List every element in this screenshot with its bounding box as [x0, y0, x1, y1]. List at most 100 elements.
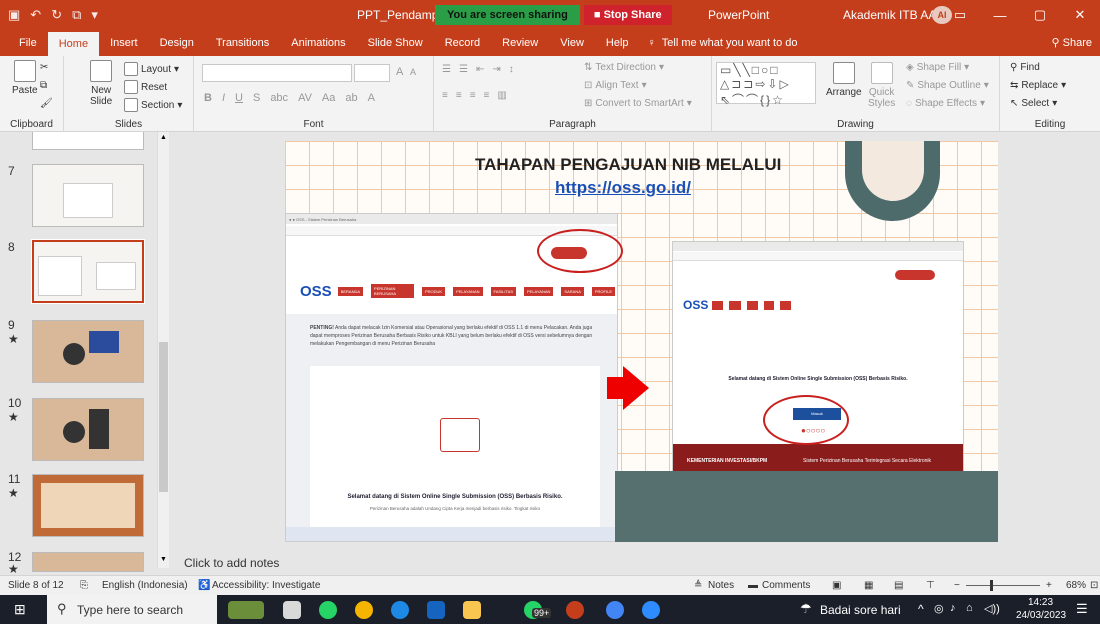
select-button[interactable]: ↖ Select ▾ [1010, 98, 1057, 109]
numbering-icon[interactable]: ☰ [459, 64, 468, 75]
font-color-icon[interactable]: A [368, 92, 375, 104]
decrease-indent-icon[interactable]: ⇤ [476, 64, 484, 75]
reset-button[interactable]: Reset [124, 80, 167, 94]
copy-icon[interactable]: ⧉ [40, 80, 47, 91]
arrange-button[interactable]: Arrange [826, 62, 862, 98]
chrome-icon[interactable] [355, 601, 373, 619]
redo-icon[interactable]: ↻ [51, 7, 62, 23]
ribbon-display-icon[interactable]: ▭ [940, 0, 980, 30]
customize-qat-icon[interactable]: ▾ [91, 7, 98, 23]
slide-thumbnail-10[interactable] [32, 398, 144, 461]
presentation-icon[interactable]: ⧉ [72, 7, 81, 23]
show-hidden-icons[interactable]: ^ [918, 602, 924, 616]
highlight-icon[interactable]: ab [345, 92, 357, 104]
zoom-in-icon[interactable]: + [1046, 580, 1052, 591]
shapes-gallery[interactable]: ▭╲╲□○□ △⊐⊐⇨⇩▷ ⇖⌒⌒{}☆ [716, 62, 816, 107]
find-button[interactable]: ⚲ Find [1010, 62, 1040, 73]
stop-share-button[interactable]: ■ Stop Share [583, 5, 672, 25]
tab-insert[interactable]: Insert [99, 30, 149, 56]
task-view-icon[interactable] [283, 601, 301, 619]
file-explorer-icon[interactable] [463, 601, 481, 619]
spell-check-icon[interactable]: ⎘ [80, 580, 88, 591]
wifi-icon[interactable]: ⌂ [966, 602, 973, 614]
tell-me-search[interactable]: ♀ Tell me what you want to do [648, 37, 798, 49]
scroll-up-icon[interactable]: ▲ [159, 134, 168, 144]
notes-button[interactable]: Notes [708, 580, 734, 591]
justify-icon[interactable]: ≡ [484, 90, 490, 101]
mic-icon[interactable]: ♪ [950, 602, 956, 614]
section-button[interactable]: Section ▾ [124, 98, 182, 112]
accessibility-indicator[interactable]: Accessibility: Investigate [212, 580, 320, 591]
tab-home[interactable]: Home [47, 32, 100, 56]
bold-button[interactable]: B [204, 92, 212, 104]
slide-sorter-icon[interactable]: ▦ [864, 580, 873, 591]
slide-thumbnail-9[interactable] [32, 320, 144, 383]
change-case-button[interactable]: Aa [322, 92, 335, 104]
clock-date[interactable]: 24/03/2023 [1016, 610, 1066, 621]
chrome-profile-icon[interactable] [606, 601, 624, 619]
tab-help[interactable]: Help [595, 30, 640, 56]
shape-outline-button[interactable]: ✎ Shape Outline ▾ [906, 80, 989, 91]
shape-effects-button[interactable]: ◌ Shape Effects ▾ [906, 98, 985, 109]
reading-view-icon[interactable]: ▤ [894, 580, 903, 591]
paste-button[interactable]: Paste [12, 60, 38, 96]
grow-font-button[interactable]: A [396, 66, 403, 78]
notes-pane[interactable]: Click to add notes [178, 551, 1100, 575]
slide-thumbnail-7[interactable] [32, 164, 144, 227]
align-text-button[interactable]: ⊡ Align Text ▾ [584, 80, 647, 91]
weather-text[interactable]: Badai sore hari [820, 603, 901, 617]
save-icon[interactable]: ▣ [8, 7, 20, 23]
slide-thumbnail-6[interactable] [32, 132, 144, 150]
layout-button[interactable]: Layout ▾ [124, 62, 179, 76]
scroll-down-icon[interactable]: ▼ [159, 556, 168, 566]
font-name-combo[interactable] [202, 64, 352, 82]
new-slide-button[interactable]: New Slide [90, 60, 112, 107]
powerpoint-icon[interactable] [566, 601, 584, 619]
bullets-icon[interactable]: ☰ [442, 64, 451, 75]
normal-view-icon[interactable]: ▣ [832, 580, 841, 591]
news-widget-icon[interactable] [228, 601, 264, 619]
windows-start-icon[interactable]: ⊞ [14, 601, 26, 618]
slide-canvas[interactable]: TAHAPAN PENGAJUAN NIB MELALUI https://os… [285, 141, 998, 542]
format-painter-icon[interactable]: 🖌 [40, 98, 53, 109]
slide-link[interactable]: https://oss.go.id/ [555, 178, 691, 198]
line-spacing-icon[interactable]: ↕ [509, 64, 514, 75]
text-direction-button[interactable]: ⇅ Text Direction ▾ [584, 62, 664, 73]
zoom-out-icon[interactable]: − [954, 580, 960, 591]
replace-button[interactable]: ⇆ Replace ▾ [1010, 80, 1066, 91]
font-size-combo[interactable] [354, 64, 390, 82]
volume-icon[interactable]: ◁)) [984, 602, 1000, 615]
maximize-icon[interactable]: ▢ [1020, 0, 1060, 30]
slideshow-icon[interactable]: ⊤ [926, 580, 935, 591]
clock-time[interactable]: 14:23 [1028, 597, 1053, 608]
char-spacing-icon[interactable]: AV [298, 92, 312, 104]
cut-icon[interactable]: ✂ [40, 62, 48, 73]
network-icon[interactable]: ◎ [934, 602, 944, 615]
convert-smartart-button[interactable]: ⊞ Convert to SmartArt ▾ [584, 98, 692, 109]
zoom-level[interactable]: 68% [1066, 580, 1086, 591]
shadow-button[interactable]: S [253, 92, 260, 104]
zoom-slider[interactable] [966, 585, 1040, 586]
slide-thumbnail-12[interactable] [32, 552, 144, 572]
fit-slide-icon[interactable]: ⊡ [1090, 580, 1098, 591]
edge-icon[interactable] [391, 601, 409, 619]
share-button[interactable]: ⚲ Share [1052, 36, 1092, 49]
tab-review[interactable]: Review [491, 30, 549, 56]
quick-styles-button[interactable]: Quick Styles [868, 62, 895, 109]
italic-button[interactable]: I [222, 92, 225, 104]
notifications-icon[interactable]: ☰ [1076, 601, 1088, 617]
tab-animations[interactable]: Animations [280, 30, 356, 56]
scrollbar-thumb[interactable] [159, 342, 168, 492]
undo-icon[interactable]: ↶ [30, 7, 41, 23]
increase-indent-icon[interactable]: ⇥ [492, 64, 500, 75]
slide-title[interactable]: TAHAPAN PENGAJUAN NIB MELALUI [475, 155, 781, 175]
whatsapp-icon[interactable] [319, 601, 337, 619]
align-left-icon[interactable]: ≡ [442, 90, 448, 101]
tab-file[interactable]: File [8, 30, 48, 56]
tab-design[interactable]: Design [149, 30, 205, 56]
tab-view[interactable]: View [549, 30, 595, 56]
underline-button[interactable]: U [235, 92, 243, 104]
slide-thumbnail-8[interactable] [31, 239, 145, 304]
zoom-slider-thumb[interactable] [990, 580, 993, 591]
taskbar-search[interactable]: ⚲ Type here to search [47, 595, 217, 624]
